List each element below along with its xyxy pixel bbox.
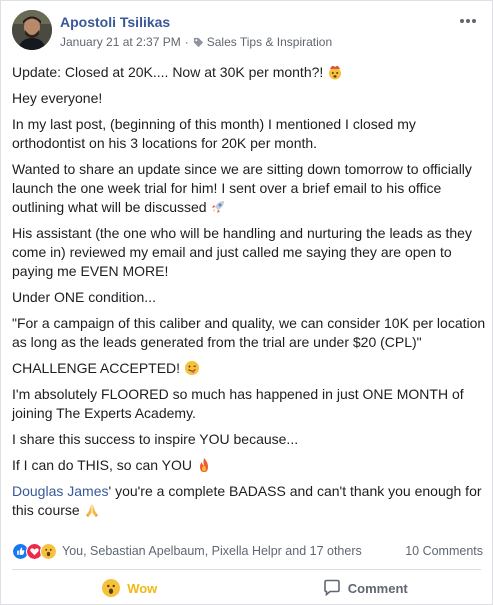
exploding-head-emoji: [327, 64, 343, 80]
wow-button[interactable]: Wow: [12, 573, 248, 603]
post-paragraph: I share this success to inspire YOU beca…: [12, 431, 299, 447]
winking-tongue-emoji: [184, 360, 200, 376]
reaction-icons[interactable]: [12, 542, 57, 560]
fire-emoji: [196, 457, 212, 473]
rocket-emoji: [210, 199, 226, 215]
tag-icon: [193, 37, 204, 48]
comment-label: Comment: [347, 580, 408, 596]
mention-link[interactable]: Douglas James: [12, 483, 109, 499]
post-text: If I can do THIS, so can YOU: [12, 457, 193, 473]
post-paragraph: Wanted to share an update since we are s…: [12, 160, 486, 217]
actions-divider: [12, 569, 481, 570]
post-paragraph: Douglas James' you're a complete BADASS …: [12, 482, 486, 520]
post-meta: Apostoli Tsilikas January 21 at 2:37 PM …: [60, 13, 332, 50]
post-paragraph: If I can do THIS, so can YOU: [12, 456, 486, 475]
reactions-bar: You, Sebastian Apelbaum, Pixella Helpr a…: [12, 541, 483, 561]
post-timestamp[interactable]: January 21 at 2:37 PM: [60, 34, 181, 50]
post-text: Update: Closed at 20K.... Now at 30K per…: [12, 64, 324, 80]
comment-button[interactable]: Comment: [248, 573, 484, 603]
author-name[interactable]: Apostoli Tsilikas: [60, 13, 332, 31]
comment-icon: [323, 579, 341, 597]
post-paragraph: CHALLENGE ACCEPTED!: [12, 359, 486, 378]
wow-label: Wow: [127, 580, 158, 596]
group-name[interactable]: Sales Tips & Inspiration: [207, 34, 332, 50]
post-paragraph: His assistant (the one who will be handl…: [12, 225, 472, 279]
post-paragraph: "For a campaign of this caliber and qual…: [12, 315, 486, 350]
reaction-names[interactable]: You, Sebastian Apelbaum, Pixella Helpr a…: [62, 544, 362, 558]
post-paragraph: I'm absolutely FLOORED so much has happe…: [12, 386, 464, 421]
post-paragraph: In my last post, (beginning of this mont…: [12, 116, 416, 151]
wow-icon: [102, 579, 121, 597]
post-paragraph: Update: Closed at 20K.... Now at 30K per…: [12, 63, 486, 82]
folded-hands-emoji: [84, 502, 100, 518]
wow-reaction-icon: [40, 542, 57, 560]
post-subline: January 21 at 2:37 PM · Sales Tips & Ins…: [60, 34, 332, 50]
post-paragraph: Under ONE condition...: [12, 289, 156, 305]
comments-count[interactable]: 10 Comments: [405, 544, 483, 558]
meta-separator: ·: [184, 35, 189, 49]
author-avatar[interactable]: [12, 10, 52, 50]
post-text: CHALLENGE ACCEPTED!: [12, 360, 181, 376]
post-paragraph: Hey everyone!: [12, 90, 103, 106]
post-text: Wanted to share an update since we are s…: [12, 161, 472, 215]
post-header: Apostoli Tsilikas January 21 at 2:37 PM …: [12, 10, 332, 54]
post-card: Apostoli Tsilikas January 21 at 2:37 PM …: [0, 0, 493, 605]
more-options-icon[interactable]: [458, 13, 478, 23]
post-body: Update: Closed at 20K.... Now at 30K per…: [12, 63, 486, 527]
action-bar: Wow Comment: [12, 573, 483, 603]
